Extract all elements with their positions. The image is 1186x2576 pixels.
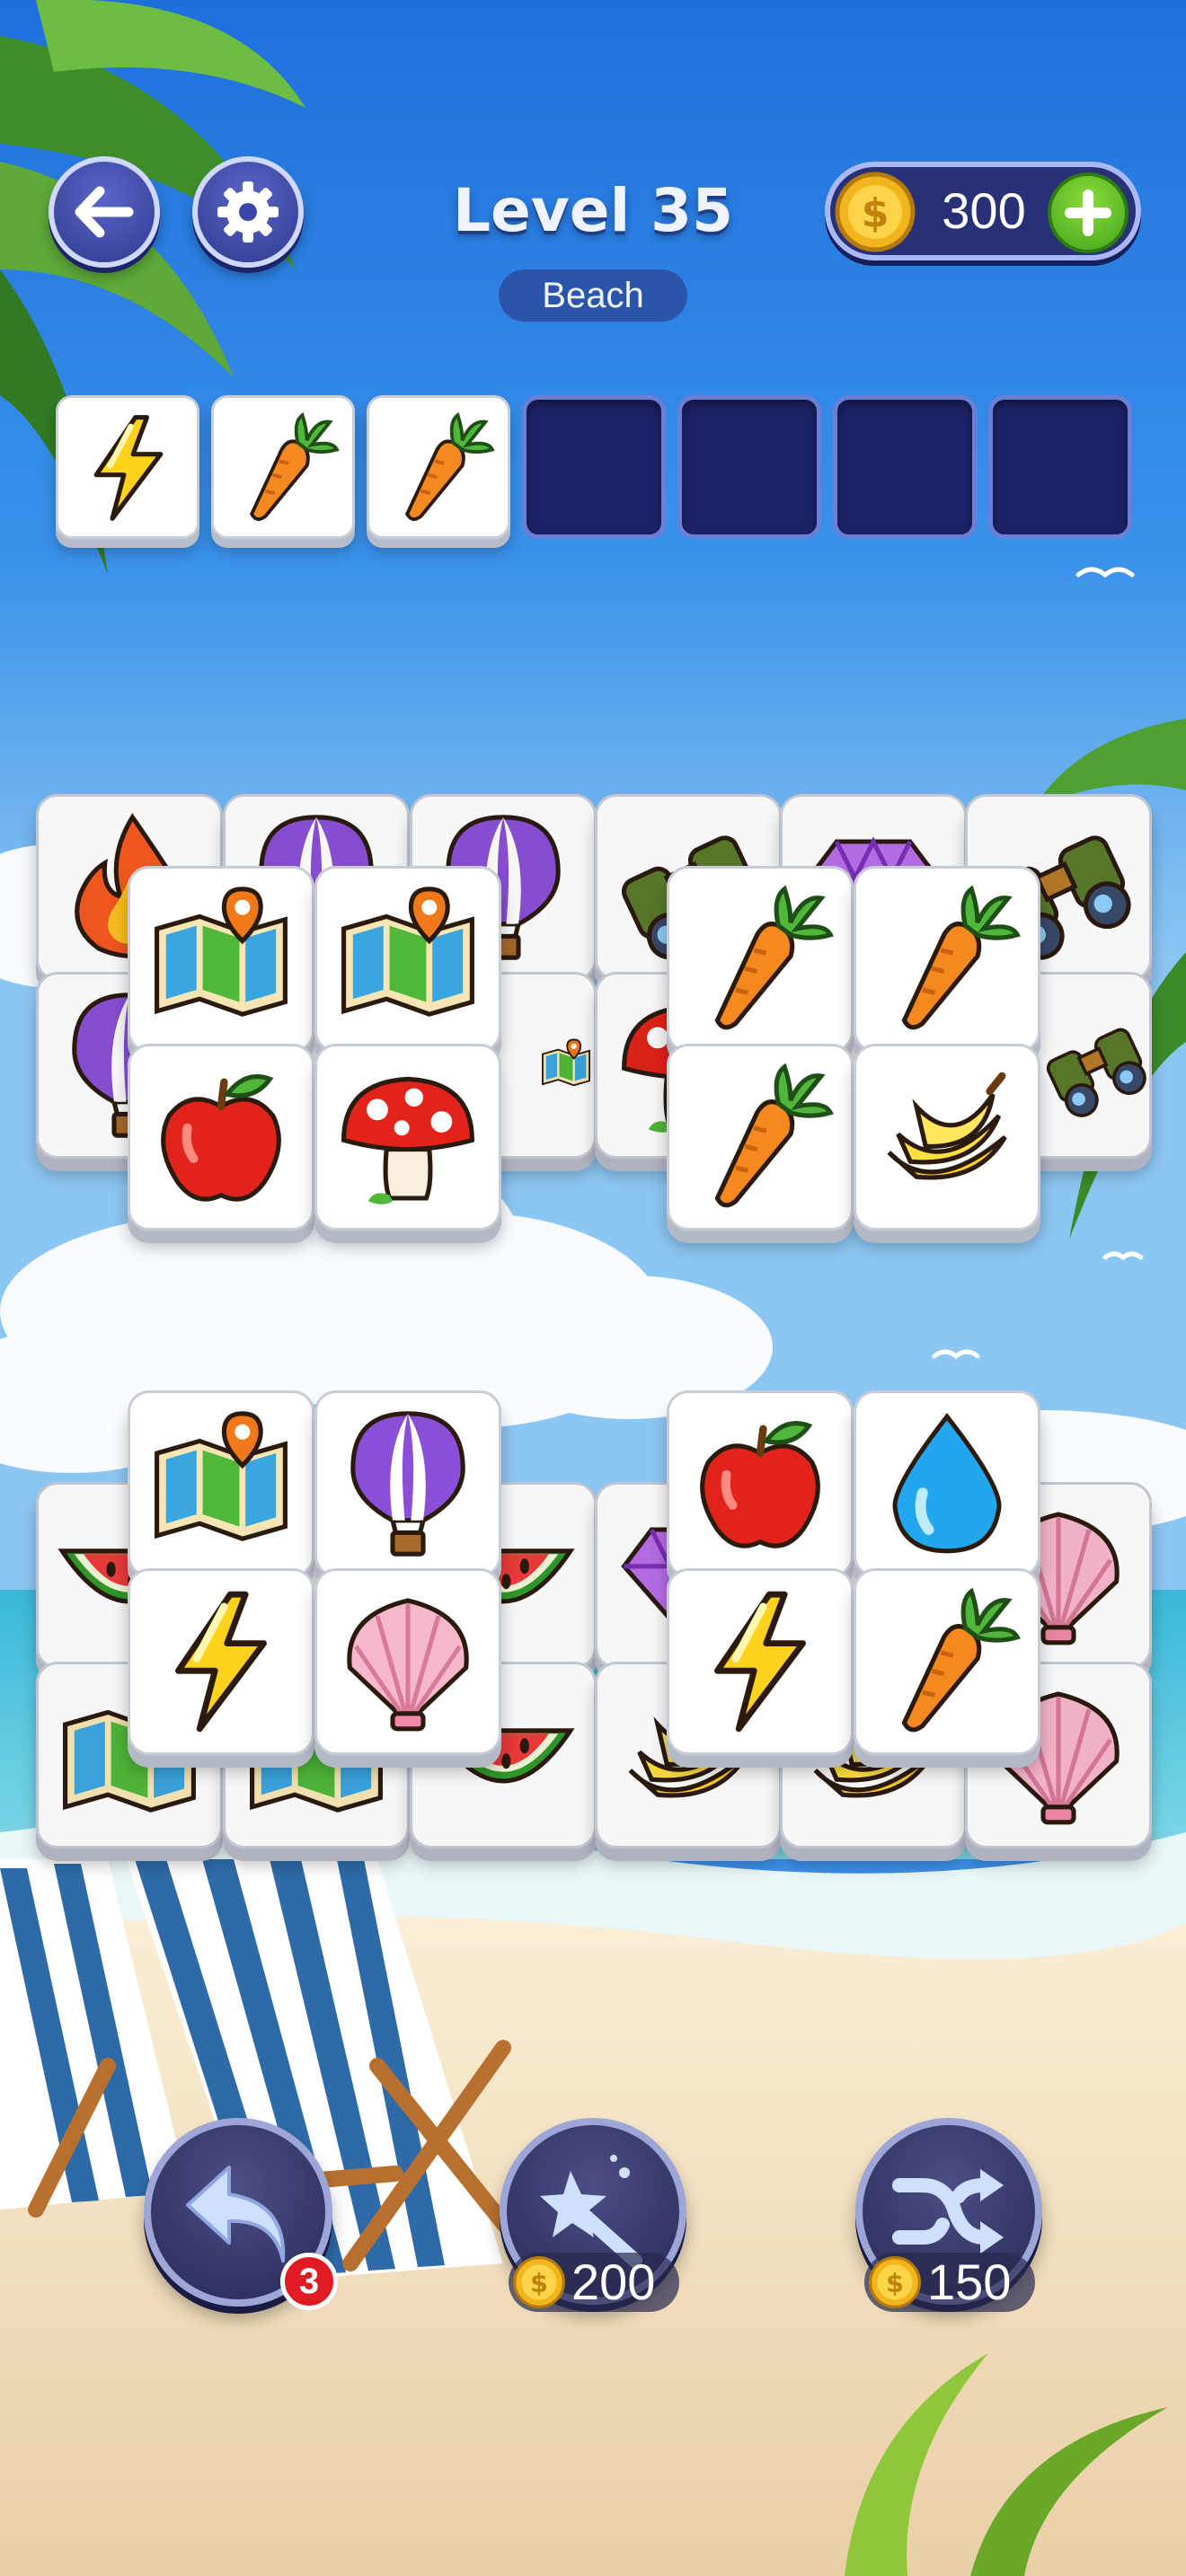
back-button[interactable] — [49, 156, 160, 268]
tile-mushroom[interactable] — [314, 1044, 501, 1231]
tile-carrot[interactable] — [667, 866, 854, 1053]
carrot-icon — [871, 1585, 1023, 1738]
coin-icon: $ — [512, 2255, 566, 2309]
tile-map[interactable] — [314, 866, 501, 1053]
tray-slot-empty — [988, 395, 1132, 539]
coin-icon: $ — [835, 172, 916, 252]
tile-lightning[interactable] — [667, 1568, 854, 1755]
level-title: Level 35 — [452, 176, 734, 245]
arrow-left-icon — [75, 186, 134, 238]
magic-wand-price: $ 200 — [509, 2253, 679, 2312]
banana-icon — [871, 1061, 1023, 1213]
undo-arrow-icon — [186, 2166, 286, 2263]
map-icon — [538, 989, 594, 1142]
binoculars-icon — [1040, 989, 1149, 1142]
settings-button[interactable] — [192, 156, 304, 268]
tray-slot — [56, 395, 199, 539]
coin-amount: 300 — [942, 182, 1026, 239]
tray-slot-empty — [522, 395, 666, 539]
tile-lightning[interactable] — [128, 1568, 314, 1755]
tile-shell[interactable] — [314, 1568, 501, 1755]
tile-apple[interactable] — [128, 1044, 314, 1231]
apple-icon — [684, 1407, 836, 1560]
lightning-icon — [71, 410, 186, 525]
tile-carrot[interactable] — [854, 1568, 1040, 1755]
tray-slot-empty — [677, 395, 821, 539]
carrot-icon — [382, 410, 497, 525]
tray-slot-empty — [833, 395, 977, 539]
apple-icon — [145, 1061, 297, 1213]
gear-icon — [217, 181, 279, 243]
tile-map[interactable] — [128, 866, 314, 1053]
shuffle-price: $ 150 — [864, 2253, 1035, 2312]
map-icon — [145, 883, 297, 1036]
level-theme-badge: Beach — [499, 269, 687, 322]
svg-text:$: $ — [862, 190, 890, 236]
undo-count-badge: 3 — [280, 2253, 338, 2310]
tray-slot — [211, 395, 355, 539]
water-drop-icon — [871, 1407, 1023, 1560]
plus-icon — [1065, 190, 1111, 236]
tile-water-drop[interactable] — [854, 1390, 1040, 1577]
svg-text:$: $ — [530, 2267, 548, 2298]
tile-carrot[interactable] — [854, 866, 1040, 1053]
hot-air-balloon-icon — [332, 1407, 484, 1560]
carrot-icon — [871, 883, 1023, 1036]
map-icon — [145, 1407, 297, 1560]
lightning-icon — [684, 1585, 836, 1738]
carrot-icon — [684, 883, 836, 1036]
map-icon — [332, 883, 484, 1036]
tile-apple[interactable] — [667, 1390, 854, 1577]
tile-carrot[interactable] — [667, 1044, 854, 1231]
carrot-icon — [684, 1061, 836, 1213]
add-coins-button[interactable] — [1048, 172, 1128, 253]
tray-slot — [367, 395, 510, 539]
mushroom-icon — [332, 1061, 484, 1213]
tile-balloon[interactable] — [314, 1390, 501, 1577]
svg-text:$: $ — [886, 2267, 904, 2298]
lightning-icon — [145, 1585, 297, 1738]
carrot-icon — [226, 410, 341, 525]
tile-banana[interactable] — [854, 1044, 1040, 1231]
magic-wand-price-value: 200 — [571, 2254, 656, 2310]
coin-icon: $ — [868, 2255, 922, 2309]
seashell-icon — [332, 1585, 484, 1738]
shuffle-price-value: 150 — [927, 2254, 1012, 2310]
tile-map[interactable] — [128, 1390, 314, 1577]
